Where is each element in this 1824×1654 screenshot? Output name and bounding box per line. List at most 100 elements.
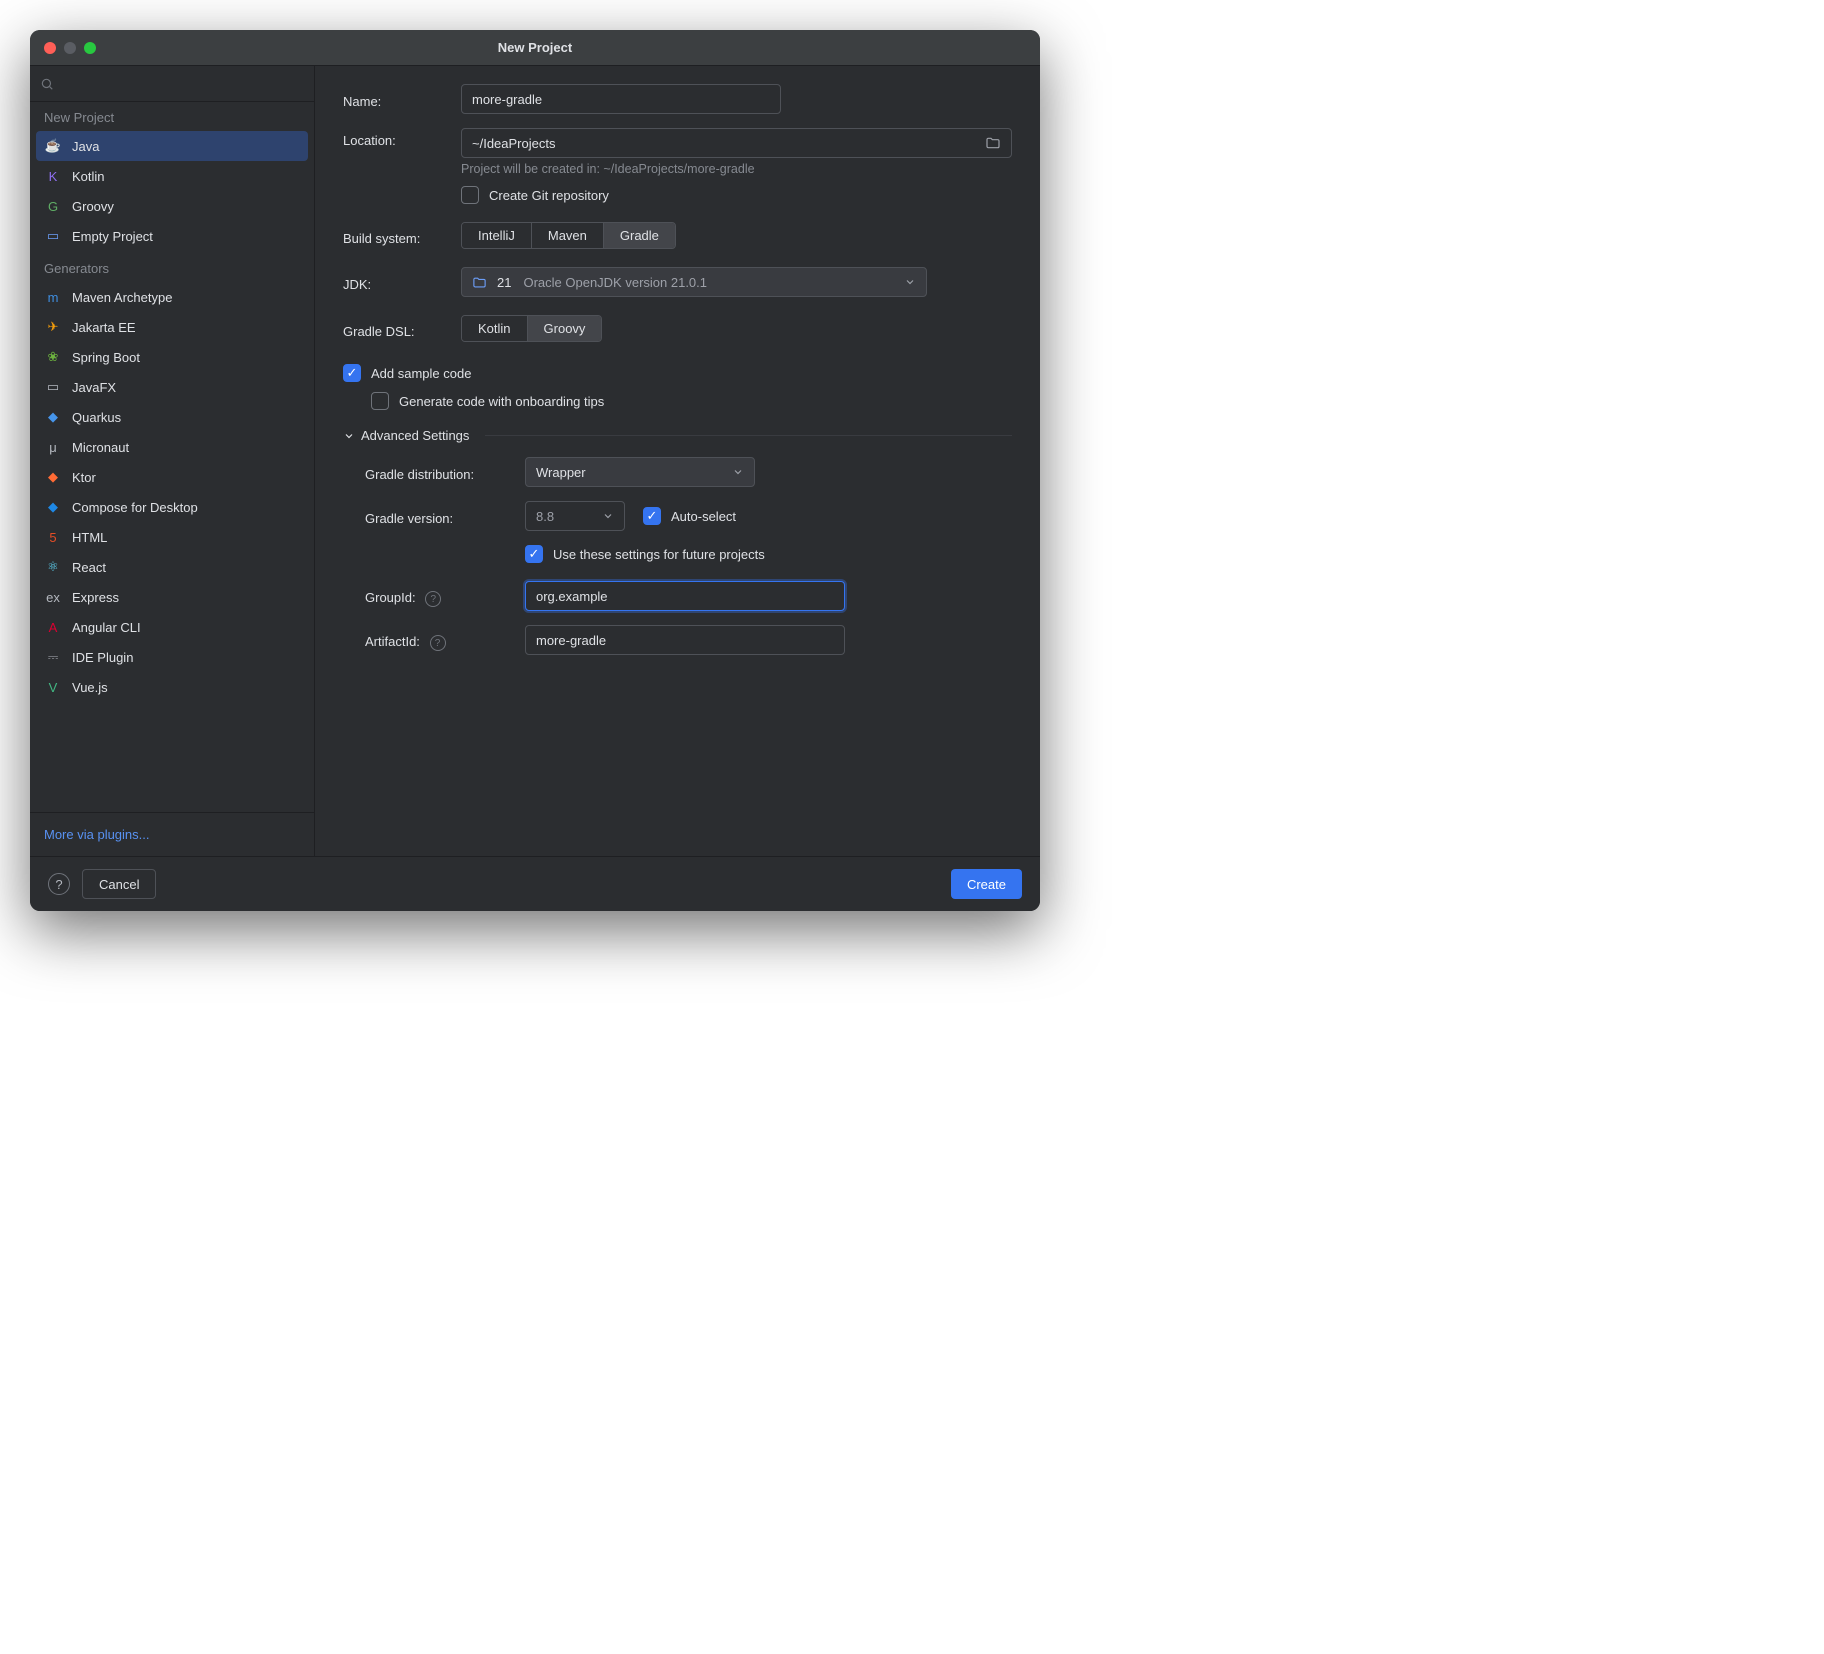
- sidebar-item-html[interactable]: 5HTML: [36, 522, 308, 552]
- titlebar: New Project: [30, 30, 1040, 66]
- sidebar-item-ide-plugin[interactable]: ⎓IDE Plugin: [36, 642, 308, 672]
- sidebar-item-kotlin[interactable]: K Kotlin: [36, 161, 308, 191]
- info-icon[interactable]: ?: [425, 591, 441, 607]
- sidebar-item-react[interactable]: ⚛ React: [36, 552, 308, 582]
- name-input[interactable]: [461, 84, 781, 114]
- sidebar-item-label: Angular CLI: [72, 620, 141, 635]
- kotlin-icon: K: [44, 169, 62, 184]
- future-settings-checkbox[interactable]: ✓ Use these settings for future projects: [525, 545, 1012, 563]
- sidebar-item-empty-project[interactable]: ▭Empty Project: [36, 221, 308, 251]
- sidebar-item-java[interactable]: ☕ Java: [36, 131, 308, 161]
- name-label: Name:: [343, 89, 461, 109]
- ktor-icon: ◆: [44, 469, 62, 485]
- artifact-label: ArtifactId: ?: [365, 629, 525, 652]
- cancel-button[interactable]: Cancel: [82, 869, 156, 899]
- location-label: Location:: [343, 128, 461, 148]
- location-hint: Project will be created in: ~/IdeaProjec…: [461, 162, 1012, 176]
- info-icon[interactable]: ?: [430, 635, 446, 651]
- maven-icon: m: [44, 290, 62, 305]
- sidebar-item-jakarta-ee[interactable]: ✈Jakarta EE: [36, 312, 308, 342]
- sidebar-item-maven-archetype[interactable]: mMaven Archetype: [36, 282, 308, 312]
- sidebar-item-express[interactable]: ex Express: [36, 582, 308, 612]
- git-label: Create Git repository: [489, 188, 609, 203]
- folder-icon[interactable]: [985, 135, 1001, 151]
- sidebar-item-label: Java: [72, 139, 99, 154]
- chevron-down-icon: [904, 276, 916, 288]
- compose-icon: ◆: [44, 499, 62, 515]
- sidebar-item-label: Quarkus: [72, 410, 121, 425]
- sidebar-section-label: Generators: [30, 253, 314, 280]
- jdk-dropdown[interactable]: 21 Oracle OpenJDK version 21.0.1: [461, 267, 927, 297]
- sidebar-item-javafx[interactable]: ▭ JavaFX: [36, 372, 308, 402]
- sidebar-item-label: Express: [72, 590, 119, 605]
- seg-option-maven[interactable]: Maven: [532, 223, 604, 248]
- group-label: GroupId: ?: [365, 585, 525, 608]
- location-input[interactable]: ~/IdeaProjects: [461, 128, 1012, 158]
- sidebar-item-quarkus[interactable]: ◆ Quarkus: [36, 402, 308, 432]
- seg-option-kotlin[interactable]: Kotlin: [462, 316, 528, 341]
- react-icon: ⚛: [44, 559, 62, 575]
- close-window-icon[interactable]: [44, 42, 56, 54]
- sidebar-section-label: New Project: [30, 102, 314, 129]
- jdk-version: 21: [497, 275, 511, 290]
- sidebar-item-spring-boot[interactable]: ❀ Spring Boot: [36, 342, 308, 372]
- search-row[interactable]: [30, 66, 314, 102]
- sidebar-item-groovy[interactable]: GGroovy: [36, 191, 308, 221]
- seg-option-gradle[interactable]: Gradle: [604, 223, 675, 248]
- artifactid-input[interactable]: [525, 625, 845, 655]
- javafx-icon: ▭: [44, 379, 62, 395]
- sidebar-item-compose-for-desktop[interactable]: ◆ Compose for Desktop: [36, 492, 308, 522]
- more-via-plugins-link[interactable]: More via plugins...: [30, 812, 314, 856]
- java-icon: ☕: [44, 138, 62, 154]
- sidebar-item-label: Compose for Desktop: [72, 500, 198, 515]
- create-button[interactable]: Create: [951, 869, 1022, 899]
- sidebar-item-label: Ktor: [72, 470, 96, 485]
- sidebar-item-label: Kotlin: [72, 169, 105, 184]
- ver-value: 8.8: [536, 509, 554, 524]
- onboarding-label: Generate code with onboarding tips: [399, 394, 604, 409]
- sidebar-item-vue-js[interactable]: VVue.js: [36, 672, 308, 702]
- location-value: ~/IdeaProjects: [472, 136, 555, 151]
- sidebar-item-angular-cli[interactable]: A Angular CLI: [36, 612, 308, 642]
- html-icon: 5: [44, 530, 62, 545]
- micronaut-icon: μ: [44, 440, 62, 455]
- gradle-distribution-dropdown[interactable]: Wrapper: [525, 457, 755, 487]
- auto-select-checkbox[interactable]: ✓ Auto-select: [643, 507, 736, 525]
- build-system-label: Build system:: [343, 226, 461, 246]
- jdk-label: JDK:: [343, 272, 461, 292]
- express-icon: ex: [44, 590, 62, 605]
- checkbox-icon: [371, 392, 389, 410]
- minimize-window-icon[interactable]: [64, 42, 76, 54]
- advanced-title: Advanced Settings: [361, 428, 469, 443]
- spring-icon: ❀: [44, 349, 62, 365]
- form-panel: Name: Location: ~/IdeaProjects Project w…: [315, 66, 1040, 856]
- checkbox-checked-icon: ✓: [525, 545, 543, 563]
- help-button[interactable]: ?: [48, 873, 70, 895]
- ideplugin-icon: ⎓: [44, 649, 62, 665]
- vue-icon: V: [44, 680, 62, 695]
- advanced-settings-header[interactable]: Advanced Settings: [343, 428, 1012, 443]
- sidebar-item-label: Micronaut: [72, 440, 129, 455]
- git-checkbox[interactable]: Create Git repository: [461, 186, 1012, 204]
- dsl-label: Gradle DSL:: [343, 319, 461, 339]
- future-label: Use these settings for future projects: [553, 547, 765, 562]
- sidebar-item-ktor[interactable]: ◆ Ktor: [36, 462, 308, 492]
- dialog-title: New Project: [498, 40, 572, 55]
- quarkus-icon: ◆: [44, 409, 62, 425]
- checkbox-checked-icon: ✓: [643, 507, 661, 525]
- groupid-input[interactable]: [525, 581, 845, 611]
- seg-option-intellij[interactable]: IntelliJ: [462, 223, 532, 248]
- sample-code-checkbox[interactable]: ✓ Add sample code: [343, 364, 1012, 382]
- gradle-version-dropdown[interactable]: 8.8: [525, 501, 625, 531]
- sample-label: Add sample code: [371, 366, 471, 381]
- angular-icon: A: [44, 620, 62, 635]
- sidebar-item-label: Spring Boot: [72, 350, 140, 365]
- jakarta-icon: ✈: [44, 319, 62, 335]
- search-icon: [40, 77, 54, 91]
- seg-option-groovy[interactable]: Groovy: [528, 316, 602, 341]
- sidebar-item-label: React: [72, 560, 106, 575]
- sidebar-item-label: JavaFX: [72, 380, 116, 395]
- sidebar-item-micronaut[interactable]: μ Micronaut: [36, 432, 308, 462]
- zoom-window-icon[interactable]: [84, 42, 96, 54]
- onboarding-checkbox[interactable]: Generate code with onboarding tips: [371, 392, 1012, 410]
